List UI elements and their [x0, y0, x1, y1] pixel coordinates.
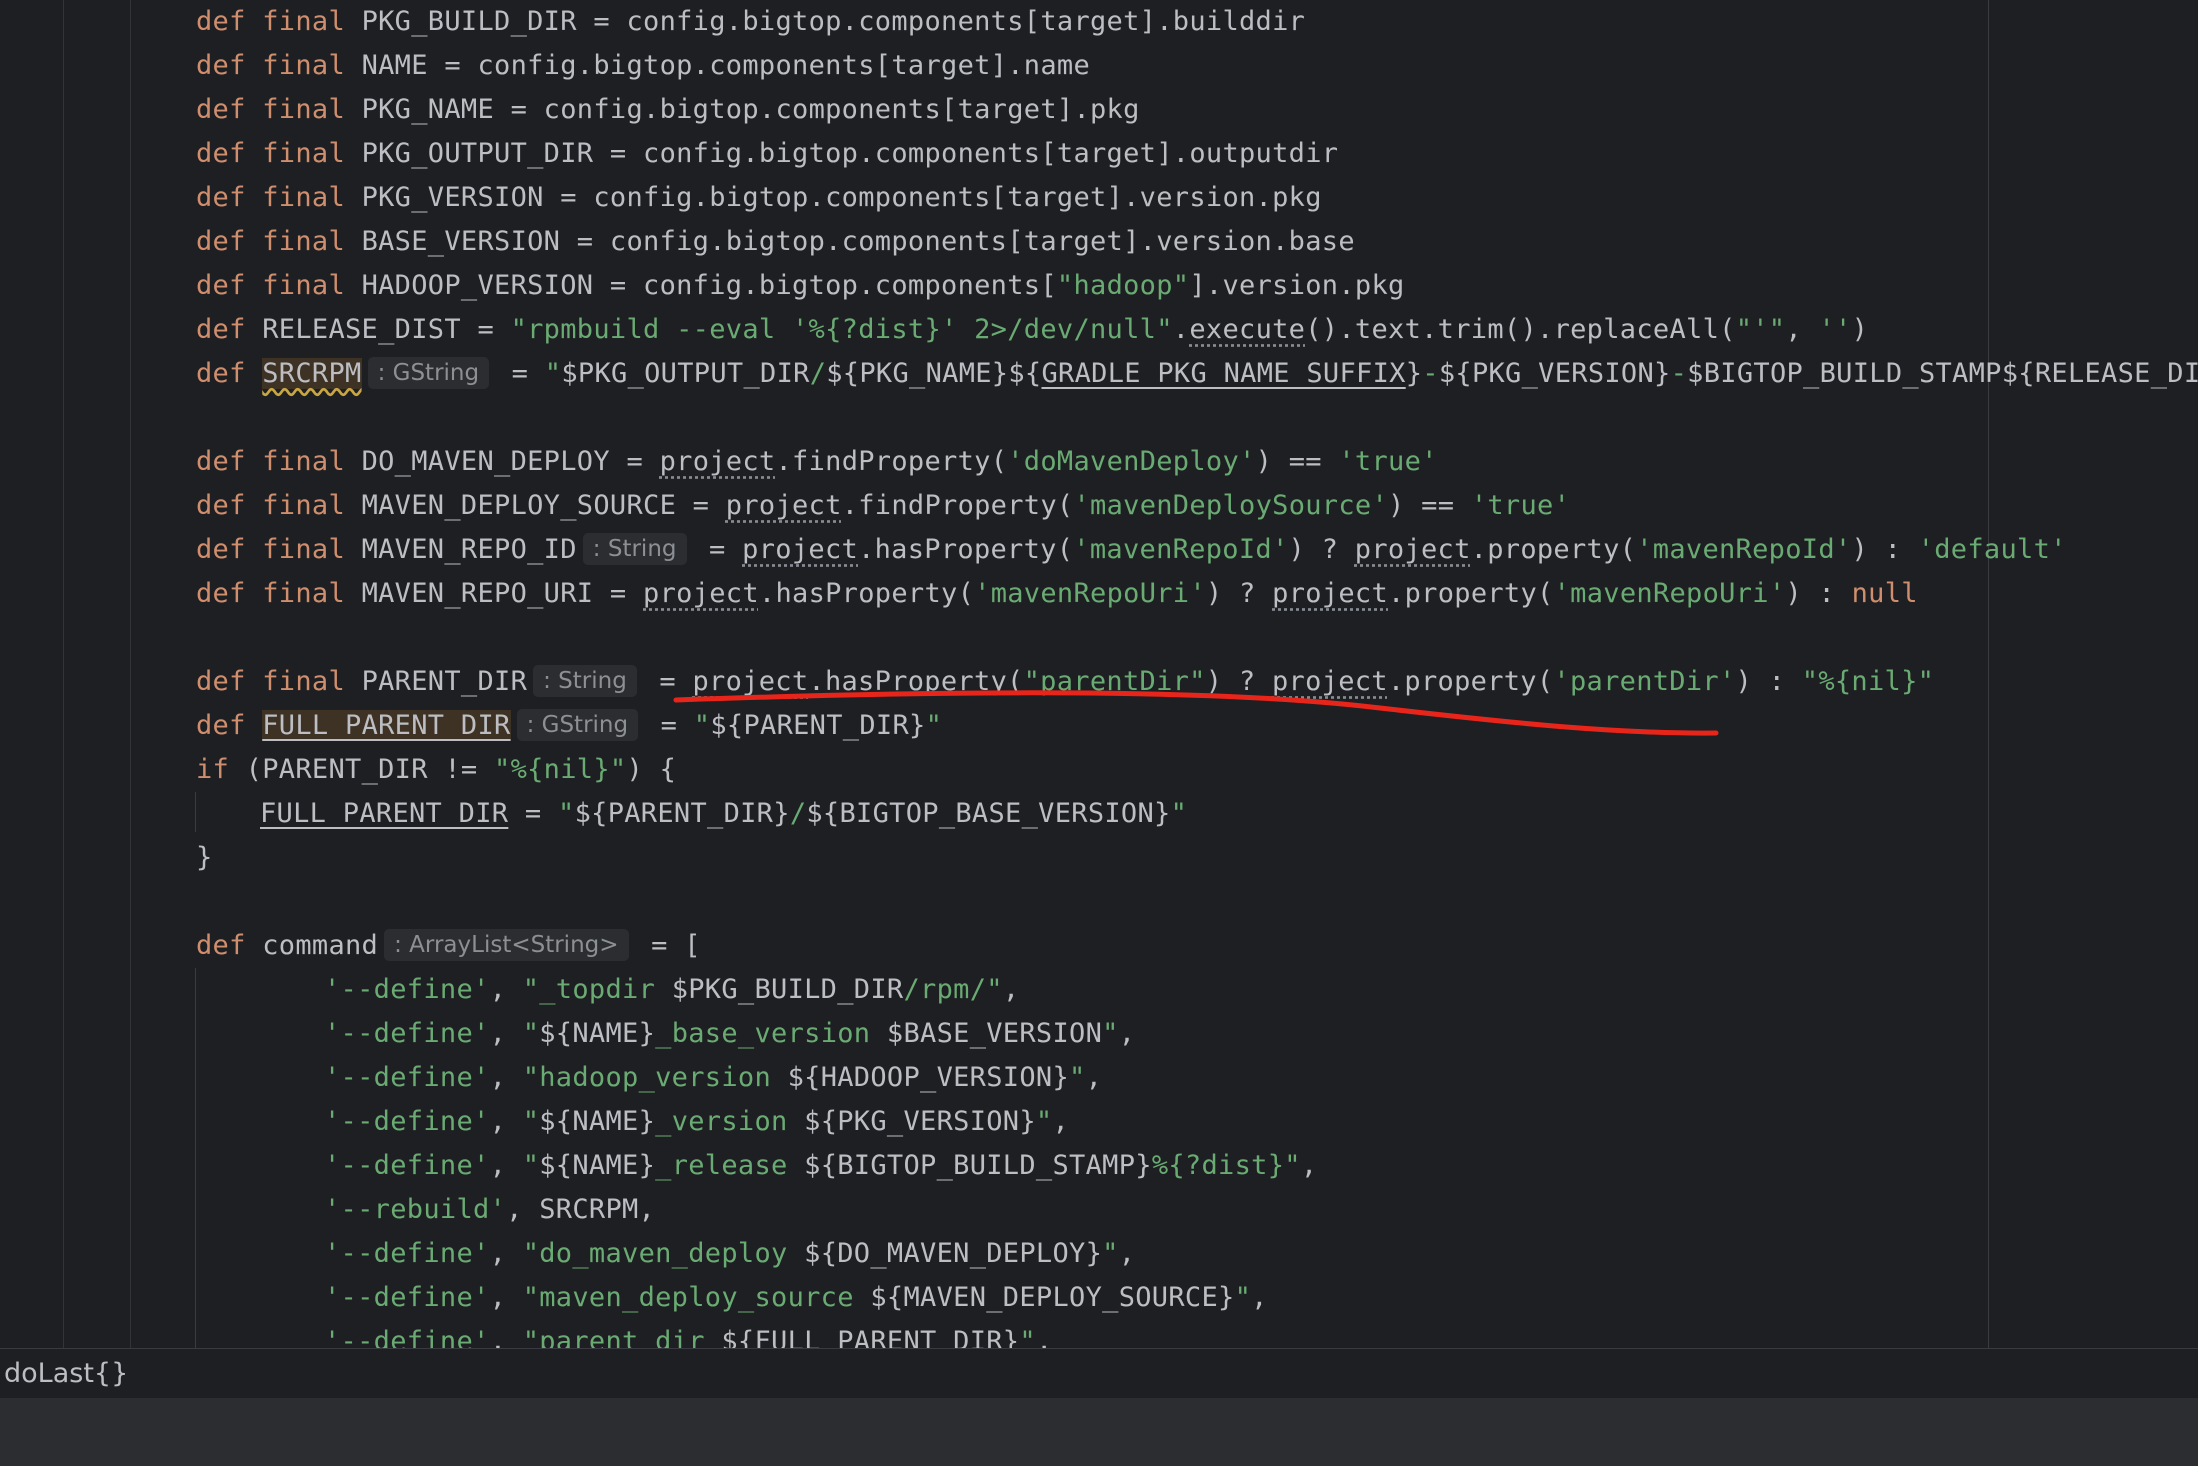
code-editor[interactable]: def final PKG_BUILD_DIR = config.bigtop.…	[0, 0, 2198, 1348]
red-underline-path	[673, 690, 1719, 736]
breadcrumb-item[interactable]: doLast{}	[4, 1349, 128, 1399]
status-bar	[0, 1398, 2198, 1466]
red-annotation-stroke	[673, 690, 1719, 736]
breadcrumb-bar: doLast{}	[0, 1348, 2198, 1399]
